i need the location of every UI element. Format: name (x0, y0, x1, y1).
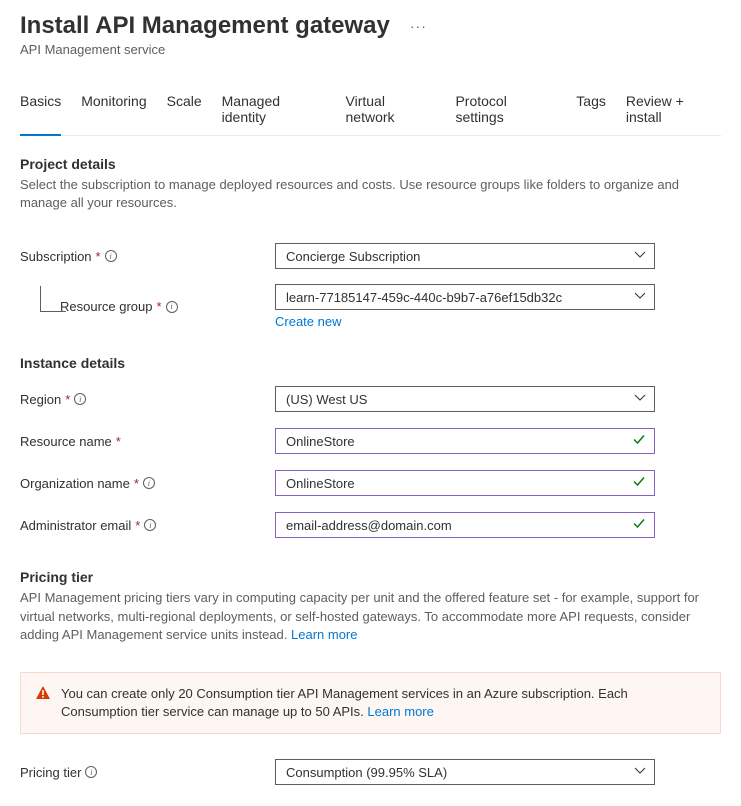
tab-review-install[interactable]: Review + install (626, 85, 721, 135)
banner-learn-more-link[interactable]: Learn more (367, 704, 433, 719)
instance-details-heading: Instance details (20, 355, 721, 371)
info-icon[interactable]: i (143, 477, 155, 489)
tab-protocol-settings[interactable]: Protocol settings (455, 85, 556, 135)
administrator-email-input[interactable]: email-address@domain.com (275, 512, 655, 538)
check-icon (632, 517, 646, 534)
warning-icon (35, 685, 51, 721)
required-indicator: * (135, 518, 140, 533)
tab-managed-identity[interactable]: Managed identity (222, 85, 326, 135)
check-icon (632, 433, 646, 450)
tab-scale[interactable]: Scale (167, 85, 202, 135)
create-new-link[interactable]: Create new (275, 314, 341, 329)
organization-name-input[interactable]: OnlineStore (275, 470, 655, 496)
info-icon[interactable]: i (144, 519, 156, 531)
page-title: Install API Management gateway (20, 12, 390, 40)
subscription-select[interactable]: Concierge Subscription (275, 243, 655, 269)
check-icon (632, 475, 646, 492)
tab-monitoring[interactable]: Monitoring (81, 85, 146, 135)
chevron-down-icon (634, 765, 646, 780)
info-icon[interactable]: i (74, 393, 86, 405)
chevron-down-icon (634, 249, 646, 264)
chevron-down-icon (634, 290, 646, 305)
consumption-tier-banner: You can create only 20 Consumption tier … (20, 672, 721, 734)
info-icon[interactable]: i (105, 250, 117, 262)
tab-tags[interactable]: Tags (576, 85, 606, 135)
administrator-email-label: Administrator email * i (20, 518, 275, 533)
pricing-tier-select[interactable]: Consumption (99.95% SLA) (275, 759, 655, 785)
region-select[interactable]: (US) West US (275, 386, 655, 412)
required-indicator: * (157, 299, 162, 314)
tab-bar: Basics Monitoring Scale Managed identity… (20, 85, 721, 136)
pricing-tier-label: Pricing tier i (20, 765, 275, 780)
required-indicator: * (65, 392, 70, 407)
required-indicator: * (134, 476, 139, 491)
subscription-label: Subscription * i (20, 249, 275, 264)
resource-group-label: Resource group * i (60, 299, 275, 314)
chevron-down-icon (634, 392, 646, 407)
required-indicator: * (96, 249, 101, 264)
tree-connector (40, 286, 66, 312)
organization-name-label: Organization name * i (20, 476, 275, 491)
pricing-learn-more-link[interactable]: Learn more (291, 627, 357, 642)
region-label: Region * i (20, 392, 275, 407)
page-subtitle: API Management service (20, 42, 721, 57)
pricing-tier-description: API Management pricing tiers vary in com… (20, 589, 721, 644)
tab-virtual-network[interactable]: Virtual network (346, 85, 436, 135)
pricing-tier-heading: Pricing tier (20, 569, 721, 585)
resource-name-input[interactable]: OnlineStore (275, 428, 655, 454)
required-indicator: * (116, 434, 121, 449)
project-details-description: Select the subscription to manage deploy… (20, 176, 721, 212)
info-icon[interactable]: i (166, 301, 178, 313)
resource-name-label: Resource name * (20, 434, 275, 449)
more-actions-button[interactable]: ··· (410, 18, 427, 34)
info-icon[interactable]: i (85, 766, 97, 778)
tab-basics[interactable]: Basics (20, 85, 61, 135)
project-details-heading: Project details (20, 156, 721, 172)
resource-group-select[interactable]: learn-77185147-459c-440c-b9b7-a76ef15db3… (275, 284, 655, 310)
banner-text: You can create only 20 Consumption tier … (61, 686, 628, 719)
